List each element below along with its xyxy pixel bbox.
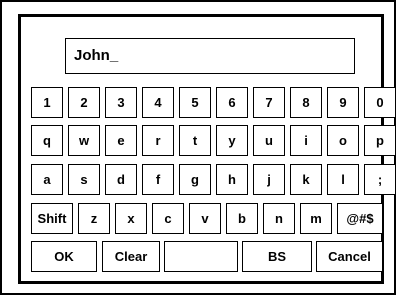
backspace-button[interactable]: BS: [242, 241, 312, 272]
key-d[interactable]: d: [105, 164, 137, 195]
key-9[interactable]: 9: [327, 87, 359, 118]
cancel-button[interactable]: Cancel: [316, 241, 383, 272]
key-s[interactable]: s: [68, 164, 100, 195]
key-x[interactable]: x: [115, 203, 147, 234]
key-k[interactable]: k: [290, 164, 322, 195]
key-i[interactable]: i: [290, 125, 322, 156]
key-t[interactable]: t: [179, 125, 211, 156]
key-8[interactable]: 8: [290, 87, 322, 118]
key-2[interactable]: 2: [68, 87, 100, 118]
key-7[interactable]: 7: [253, 87, 285, 118]
key-n[interactable]: n: [263, 203, 295, 234]
text-input[interactable]: John_: [65, 38, 355, 74]
symbols-key[interactable]: @#$: [337, 203, 383, 234]
key-e[interactable]: e: [105, 125, 137, 156]
key-6[interactable]: 6: [216, 87, 248, 118]
key-4[interactable]: 4: [142, 87, 174, 118]
key-l[interactable]: l: [327, 164, 359, 195]
shift-key[interactable]: Shift: [31, 203, 73, 234]
key-q[interactable]: q: [31, 125, 63, 156]
key-semicolon[interactable]: ;: [364, 164, 396, 195]
clear-button[interactable]: Clear: [102, 241, 160, 272]
key-a[interactable]: a: [31, 164, 63, 195]
key-w[interactable]: w: [68, 125, 100, 156]
key-p[interactable]: p: [364, 125, 396, 156]
key-j[interactable]: j: [253, 164, 285, 195]
key-u[interactable]: u: [253, 125, 285, 156]
space-key[interactable]: [164, 241, 238, 272]
key-r[interactable]: r: [142, 125, 174, 156]
key-z[interactable]: z: [78, 203, 110, 234]
key-3[interactable]: 3: [105, 87, 137, 118]
key-b[interactable]: b: [226, 203, 258, 234]
key-m[interactable]: m: [300, 203, 332, 234]
key-5[interactable]: 5: [179, 87, 211, 118]
ok-button[interactable]: OK: [31, 241, 97, 272]
key-c[interactable]: c: [152, 203, 184, 234]
key-y[interactable]: y: [216, 125, 248, 156]
key-o[interactable]: o: [327, 125, 359, 156]
key-1[interactable]: 1: [31, 87, 63, 118]
key-g[interactable]: g: [179, 164, 211, 195]
key-f[interactable]: f: [142, 164, 174, 195]
key-h[interactable]: h: [216, 164, 248, 195]
key-0[interactable]: 0: [364, 87, 396, 118]
key-v[interactable]: v: [189, 203, 221, 234]
